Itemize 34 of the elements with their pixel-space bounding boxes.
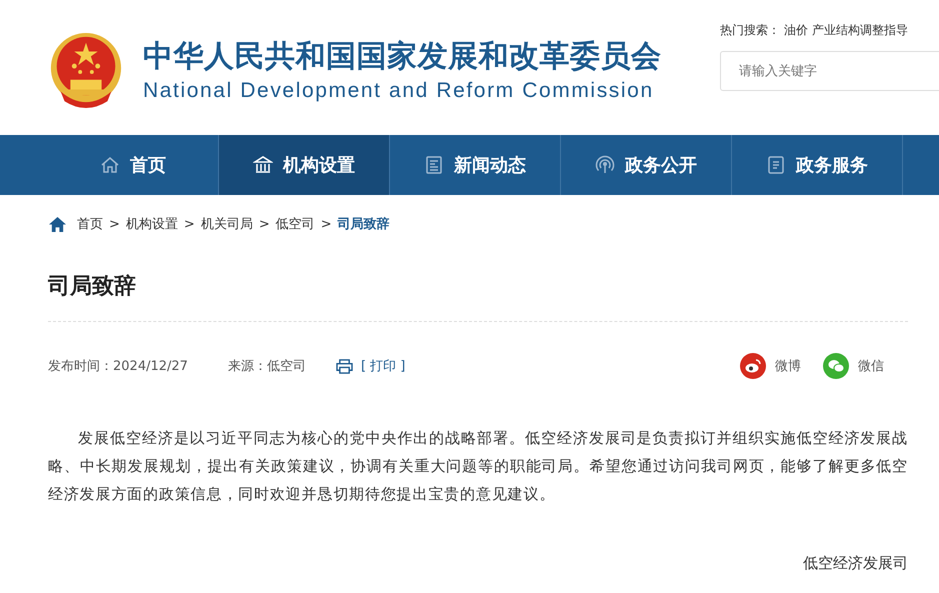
site-title: 中华人民共和国国家发展和改革委员会 — [143, 38, 662, 76]
building-icon — [253, 155, 273, 175]
nav-tab[interactable]: 政务服务 — [732, 135, 903, 195]
search-field[interactable]: 请输入关键字 — [720, 51, 939, 91]
breadcrumb-current[interactable]: 司局致辞 — [338, 215, 390, 233]
signature: 低空经济发展司 — [802, 554, 908, 573]
breadcrumb-separator: > — [184, 216, 195, 232]
hot-search-link[interactable]: 产业结构调整指导 — [812, 23, 908, 37]
breadcrumb-link[interactable]: 首页 — [77, 215, 103, 233]
home-icon — [48, 216, 67, 232]
publish-date: 发布时间：2024/12/27 — [48, 358, 188, 375]
breadcrumb-separator: > — [109, 216, 120, 232]
share-link[interactable]: 微博 — [740, 353, 801, 379]
nav-tab[interactable]: 新闻动态 — [390, 135, 561, 195]
breadcrumb-link[interactable]: 低空司 — [276, 215, 315, 233]
site-subtitle: National Development and Reform Commission — [143, 79, 655, 103]
newspaper-icon — [424, 155, 444, 175]
breadcrumb-link[interactable]: 机构设置 — [126, 215, 178, 233]
article-title: 司局致辞 — [48, 271, 908, 322]
printer-icon[interactable] — [336, 358, 353, 374]
share-link[interactable]: 微信 — [823, 353, 884, 379]
nav-tab[interactable]: 机构设置 — [219, 135, 390, 195]
print-link[interactable]: [ 打印 ] — [360, 357, 406, 375]
document-icon — [766, 155, 786, 175]
nav-tab[interactable]: 政务公开 — [561, 135, 732, 195]
breadcrumb-link[interactable]: 机关司局 — [200, 215, 253, 233]
article-body: 发展低空经济是以习近平同志为核心的党中央作出的战略部署。低空经济发展司是负责拟订并组织实施低空经济发展战略、中长期发展规划，提出有关政策建议，协调有关重大问题等的职能司局。希望您通过访问我司网页，能够了解更多低空经济发展方面的政策信息，同时欢迎并恳切期待您提出宝贵的意见建议。 — [48, 428, 908, 505]
hot-search-label: 热门搜索： — [720, 23, 780, 37]
home-icon — [100, 155, 120, 175]
hot-search-link[interactable]: 油价 — [784, 23, 808, 37]
breadcrumb-separator: > — [258, 216, 270, 232]
article-source: 来源：低空司 — [228, 358, 306, 375]
breadcrumb-separator: > — [320, 216, 332, 232]
signal-icon — [595, 155, 615, 175]
